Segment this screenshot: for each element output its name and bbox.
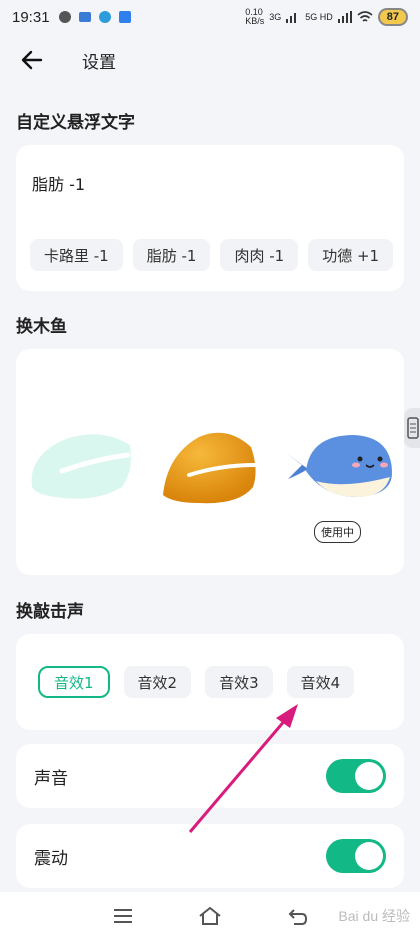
menu-icon[interactable] <box>112 907 134 925</box>
back-nav-icon[interactable] <box>286 906 308 926</box>
watermark: Bai du 经验 <box>338 908 410 924</box>
annotation-arrow <box>188 704 298 833</box>
home-icon[interactable] <box>198 906 222 926</box>
